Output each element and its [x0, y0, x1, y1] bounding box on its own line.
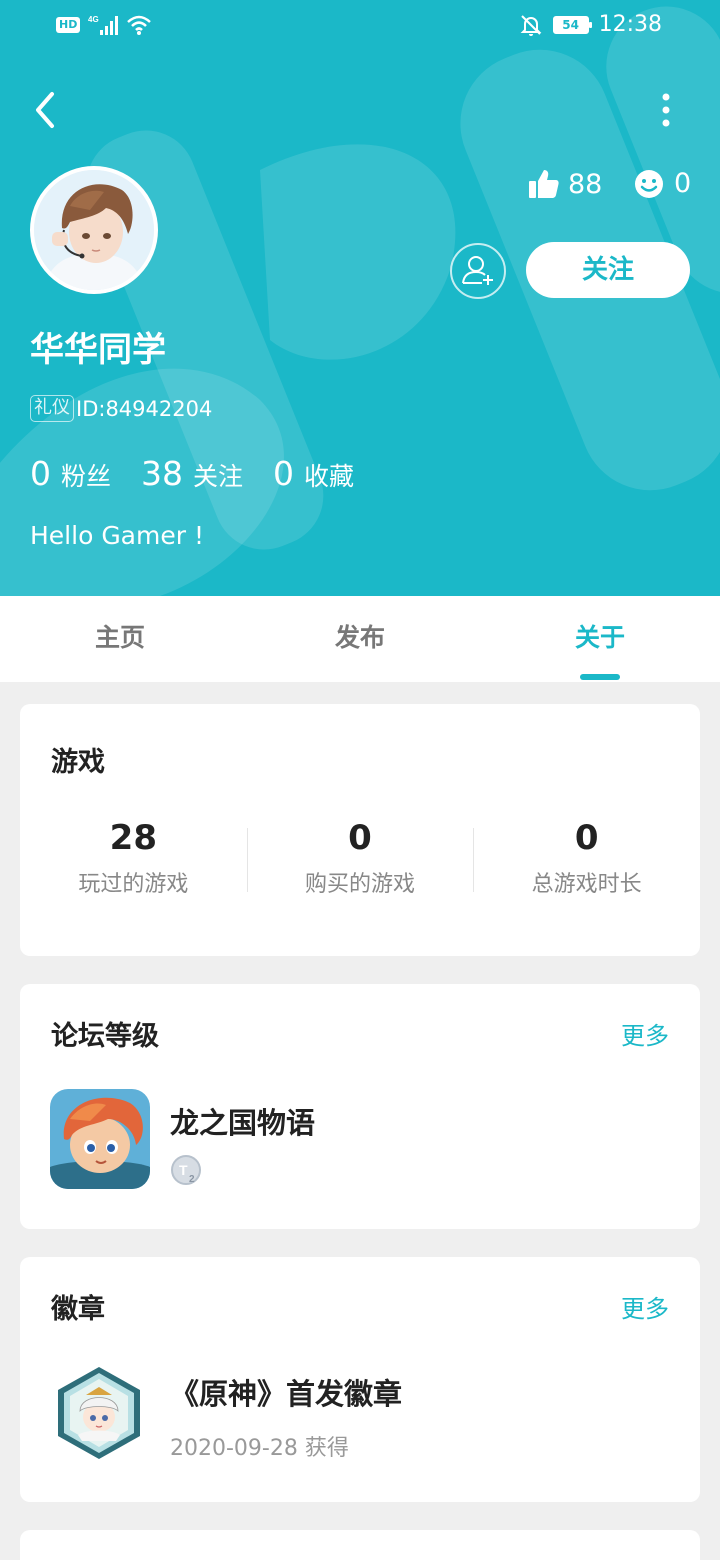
purchased-games-stat[interactable]: 0 购买的游戏	[246, 816, 474, 908]
count-fans-num: 0	[30, 454, 51, 493]
count-fans-label: 粉丝	[61, 462, 112, 491]
games-stats: 28 玩过的游戏 0 购买的游戏 0 总游戏时长	[20, 816, 700, 908]
count-favorites[interactable]: 0 收藏	[273, 454, 354, 493]
more-options-button[interactable]	[652, 88, 680, 132]
svg-text:2: 2	[189, 1174, 195, 1185]
add-user-icon	[462, 256, 493, 285]
level-t2-icon: T 2	[171, 1155, 201, 1185]
played-games-count: 28	[109, 818, 157, 858]
badges-card-title: 徽章	[51, 1294, 105, 1325]
forum-more-link[interactable]: 更多	[621, 1016, 669, 1051]
hd-badge: HD	[56, 17, 81, 33]
likes-count: 88	[568, 168, 603, 200]
tab-posts[interactable]: 发布	[300, 618, 420, 654]
clock: 12:38	[598, 12, 662, 37]
playtime-label: 总游戏时长	[531, 872, 642, 897]
avatar-image	[34, 170, 154, 290]
avatar[interactable]	[30, 166, 158, 294]
count-following-label: 关注	[193, 462, 244, 491]
played-games-stat[interactable]: 28 玩过的游戏	[20, 816, 247, 908]
games-card-title: 游戏	[51, 747, 105, 778]
purchased-games-count: 0	[348, 818, 372, 858]
user-id-row: 礼仪 ID:84942204	[30, 395, 212, 422]
genshin-badge-icon[interactable]	[56, 1365, 142, 1461]
played-games-label: 玩过的游戏	[78, 872, 189, 897]
chevron-left-icon	[36, 92, 54, 128]
more-vertical-icon	[662, 93, 670, 127]
next-card	[20, 1530, 700, 1560]
battery-indicator: 54	[552, 15, 592, 34]
playtime-count: 0	[574, 818, 599, 858]
add-friend-button[interactable]	[450, 243, 506, 299]
cell-signal-icon: 4G	[88, 15, 119, 35]
playtime-stat[interactable]: 0 总游戏时长	[473, 816, 700, 908]
follow-button[interactable]: 关注	[526, 242, 690, 298]
taptap-watermark-icon	[0, 6, 720, 596]
smiles-stat: 0	[634, 168, 691, 199]
count-following-num: 38	[141, 454, 184, 493]
dragon-game-icon	[50, 1089, 150, 1189]
game-icon[interactable]	[50, 1089, 150, 1189]
likes-stat: 88	[528, 168, 602, 200]
profile-counts: 0 粉丝 38 关注 0 收藏	[30, 454, 384, 493]
bio: Hello Gamer !	[30, 521, 204, 550]
count-fans[interactable]: 0 粉丝	[30, 454, 111, 493]
forum-game-name[interactable]: 龙之国物语	[170, 1100, 315, 1142]
tab-about[interactable]: 关于	[540, 618, 660, 654]
profile-header: HD 4G 54 12:38 88 0 关注 华华同学 礼仪 ID:849422…	[0, 0, 720, 596]
count-favorites-num: 0	[273, 454, 295, 493]
badges-more-link[interactable]: 更多	[621, 1289, 669, 1324]
games-card: 游戏 28 玩过的游戏 0 购买的游戏 0 总游戏时长	[20, 704, 700, 956]
wifi-icon	[127, 15, 152, 35]
forum-level-title: 论坛等级	[51, 1021, 159, 1052]
svg-text:4G: 4G	[88, 15, 99, 24]
status-bar: HD 4G 54 12:38	[0, 0, 720, 56]
badges-card: 徽章 更多 《原神》首发徽章 2020-09-28 获得	[20, 1257, 700, 1502]
forum-level-card: 论坛等级 更多 龙之国物语 T 2	[20, 984, 700, 1229]
back-button[interactable]	[28, 88, 64, 132]
badge-date: 2020-09-28 获得	[170, 1436, 349, 1461]
badge-name[interactable]: 《原神》首发徽章	[170, 1371, 402, 1413]
bell-muted-icon	[520, 14, 542, 36]
etiquette-badge: 礼仪	[30, 395, 74, 422]
purchased-games-label: 购买的游戏	[305, 872, 416, 897]
count-following[interactable]: 38 关注	[141, 454, 243, 493]
tab-indicator	[580, 674, 620, 680]
user-id: ID:84942204	[76, 396, 213, 421]
svg-text:T: T	[179, 1162, 188, 1178]
thumbs-up-icon	[529, 170, 559, 198]
smiles-count: 0	[674, 168, 692, 199]
tab-bar: 主页 发布 关于	[0, 596, 720, 682]
count-favorites-label: 收藏	[304, 462, 355, 491]
smiley-icon	[635, 169, 663, 198]
tab-home[interactable]: 主页	[60, 618, 180, 654]
username: 华华同学	[30, 330, 166, 370]
